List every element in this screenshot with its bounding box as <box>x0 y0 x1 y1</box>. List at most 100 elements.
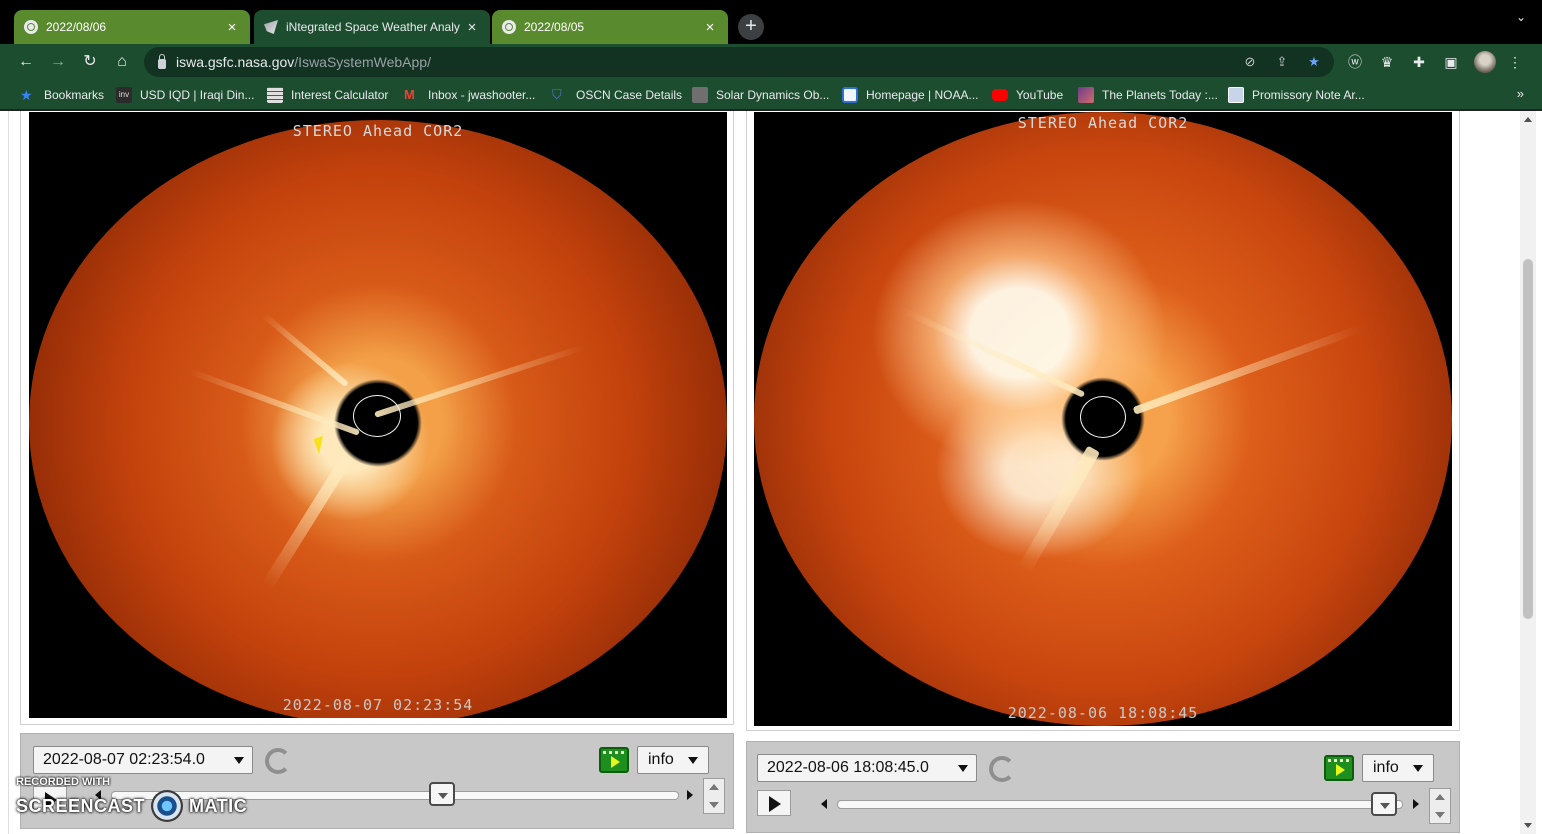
tab-2022-08-06[interactable]: 2022/08/06 × <box>14 10 250 44</box>
stepper-down-icon[interactable] <box>709 802 719 808</box>
bookmark-oscn[interactable]: ⛉ OSCN Case Details <box>552 86 682 104</box>
eye-slash-icon[interactable]: ⊘ <box>1242 54 1258 70</box>
side-panel-icon[interactable]: ▣ <box>1442 53 1460 71</box>
speed-stepper[interactable] <box>703 778 725 814</box>
youtube-icon <box>992 89 1008 101</box>
step-back-icon[interactable] <box>821 799 827 809</box>
back-button[interactable]: ← <box>14 50 38 74</box>
chevron-down-icon <box>234 757 244 764</box>
address-bar[interactable]: iswa.gsfc.nasa.gov/IswaSystemWebApp/ ⊘ ⇪… <box>144 47 1334 77</box>
tab-label: 2022/08/06 <box>46 20 107 34</box>
right-coronagraph-image[interactable]: STEREO Ahead COR2 2022-08-06 18:08:45 <box>754 112 1452 726</box>
page-scrollbar[interactable] <box>1520 111 1536 834</box>
bookmarks-bar: ★ Bookmarks inv USD IQD | Iraqi Din... Int… <box>0 80 1542 110</box>
forward-button[interactable]: → <box>46 50 70 74</box>
step-forward-icon[interactable] <box>687 790 693 800</box>
bookmark-usd-iqd[interactable]: inv USD IQD | Iraqi Din... <box>116 86 254 104</box>
home-button[interactable]: ⌂ <box>110 50 134 74</box>
star-icon: ★ <box>20 87 33 103</box>
close-icon[interactable]: × <box>464 19 480 36</box>
new-tab-button[interactable]: + <box>738 14 764 40</box>
scrollbar-thumb[interactable] <box>1523 259 1533 619</box>
watermark-word-screencast: SCREENCAST <box>16 795 146 816</box>
share-icon[interactable]: ⇪ <box>1274 54 1290 70</box>
document-icon <box>1228 87 1244 103</box>
lock-icon[interactable] <box>158 53 166 69</box>
tab-2022-08-05[interactable]: 2022/08/05 × <box>492 10 728 44</box>
tab-iswa[interactable]: iNtegrated Space Weather Analy × <box>254 10 490 44</box>
scroll-up-icon[interactable] <box>1524 117 1532 122</box>
close-icon[interactable]: × <box>702 19 718 36</box>
movie-icon[interactable] <box>599 747 629 773</box>
image-timestamp: 2022-08-07 02:23:54 <box>282 696 474 714</box>
image-timestamp: 2022-08-06 18:08:45 <box>1007 704 1199 722</box>
frame-slider-handle[interactable] <box>429 782 455 806</box>
left-coronagraph-image[interactable]: STEREO Ahead COR2 2022-08-07 02:23:54 <box>29 112 727 718</box>
stepper-up-icon[interactable] <box>709 784 719 790</box>
right-controls-bar: 2022-08-06 18:08:45.0 info <box>746 741 1460 833</box>
stepper-down-icon[interactable] <box>1435 812 1445 818</box>
frame-slider-handle[interactable] <box>1371 792 1397 816</box>
play-button[interactable] <box>757 790 791 816</box>
refresh-icon[interactable] <box>989 756 1015 782</box>
bookmark-youtube[interactable]: YouTube <box>992 86 1063 104</box>
profile-avatar[interactable] <box>1474 51 1496 73</box>
right-image-panel: STEREO Ahead COR2 2022-08-06 18:08:45 <box>746 111 1460 731</box>
inv-icon: inv <box>116 87 132 103</box>
stepper-up-icon[interactable] <box>1435 794 1445 800</box>
bookmark-bookmarks[interactable]: ★ Bookmarks <box>20 86 104 104</box>
refresh-icon[interactable] <box>265 748 291 774</box>
step-forward-icon[interactable] <box>1413 799 1419 809</box>
watermark-word-matic: MATIC <box>189 795 248 816</box>
kebab-menu-icon[interactable]: ⋮ <box>1506 53 1524 71</box>
info-select[interactable]: info <box>1362 754 1434 782</box>
sdo-icon <box>692 87 708 103</box>
tab-label: 2022/08/05 <box>524 20 585 34</box>
chevron-down-icon <box>958 765 968 772</box>
bookmark-noaa[interactable]: Homepage | NOAA... <box>842 86 979 104</box>
gmail-icon: M <box>404 87 415 102</box>
instrument-label: STEREO Ahead COR2 <box>1017 114 1189 132</box>
screencast-watermark: RECORDED WITH SCREENCAST MATIC <box>16 776 247 822</box>
scroll-down-icon[interactable] <box>1524 823 1532 828</box>
browser-toolbar: ← → ↻ ⌂ iswa.gsfc.nasa.gov/IswaSystemWeb… <box>0 44 1542 80</box>
instrument-label: STEREO Ahead COR2 <box>292 122 464 140</box>
url-host: iswa.gsfc.nasa.gov <box>176 54 295 70</box>
reload-button[interactable]: ↻ <box>78 50 102 74</box>
bookmark-sdo[interactable]: Solar Dynamics Ob... <box>692 86 829 104</box>
calculator-icon <box>267 87 283 103</box>
close-icon[interactable]: × <box>224 19 240 36</box>
bookmark-star-icon[interactable]: ★ <box>1306 54 1322 70</box>
info-select[interactable]: info <box>637 746 709 774</box>
left-image-panel: STEREO Ahead COR2 2022-08-07 02:23:54 <box>20 111 734 725</box>
speed-stepper[interactable] <box>1429 788 1451 824</box>
bookmark-interest-calculator[interactable]: Interest Calculator <box>267 86 388 104</box>
extension-crown-icon[interactable]: ♛ <box>1378 53 1396 71</box>
bookmarks-overflow-chevron[interactable]: » <box>1517 86 1524 101</box>
bookmark-gmail-inbox[interactable]: M Inbox - jwashooter... <box>404 86 535 104</box>
screencast-logo-icon <box>151 790 184 822</box>
sun-limb-circle <box>1080 396 1126 438</box>
globe-icon <box>24 20 38 34</box>
noaa-icon <box>842 87 858 103</box>
tab-label: iNtegrated Space Weather Analy <box>286 20 460 34</box>
extension-w-icon[interactable]: ⓦ <box>1346 53 1364 71</box>
tab-search-chevron-icon[interactable]: ⌄ <box>1516 10 1532 26</box>
sun-limb-circle <box>353 395 401 437</box>
timestamp-select[interactable]: 2022-08-07 02:23:54.0 <box>33 746 253 774</box>
chevron-down-icon <box>688 757 698 764</box>
bookmark-promissory-note[interactable]: Promissory Note Ar... <box>1228 86 1365 104</box>
extensions-puzzle-icon[interactable]: ✚ <box>1410 53 1428 71</box>
page-content: STEREO Ahead COR2 2022-08-07 02:23:54 20… <box>0 111 1542 834</box>
bookmark-planets-today[interactable]: The Planets Today :... <box>1078 86 1218 104</box>
planets-icon <box>1078 87 1094 103</box>
globe-icon <box>502 20 516 34</box>
timestamp-select[interactable]: 2022-08-06 18:08:45.0 <box>757 754 977 782</box>
chevron-down-icon <box>1413 765 1423 772</box>
movie-icon[interactable] <box>1324 755 1354 781</box>
tab-strip: 2022/08/06 × iNtegrated Space Weather An… <box>0 0 1542 46</box>
watermark-recorded-with: RECORDED WITH <box>16 776 111 788</box>
oscn-icon: ⛉ <box>552 87 562 102</box>
frame-slider[interactable] <box>837 800 1403 809</box>
nasa-favicon-icon <box>264 20 278 34</box>
